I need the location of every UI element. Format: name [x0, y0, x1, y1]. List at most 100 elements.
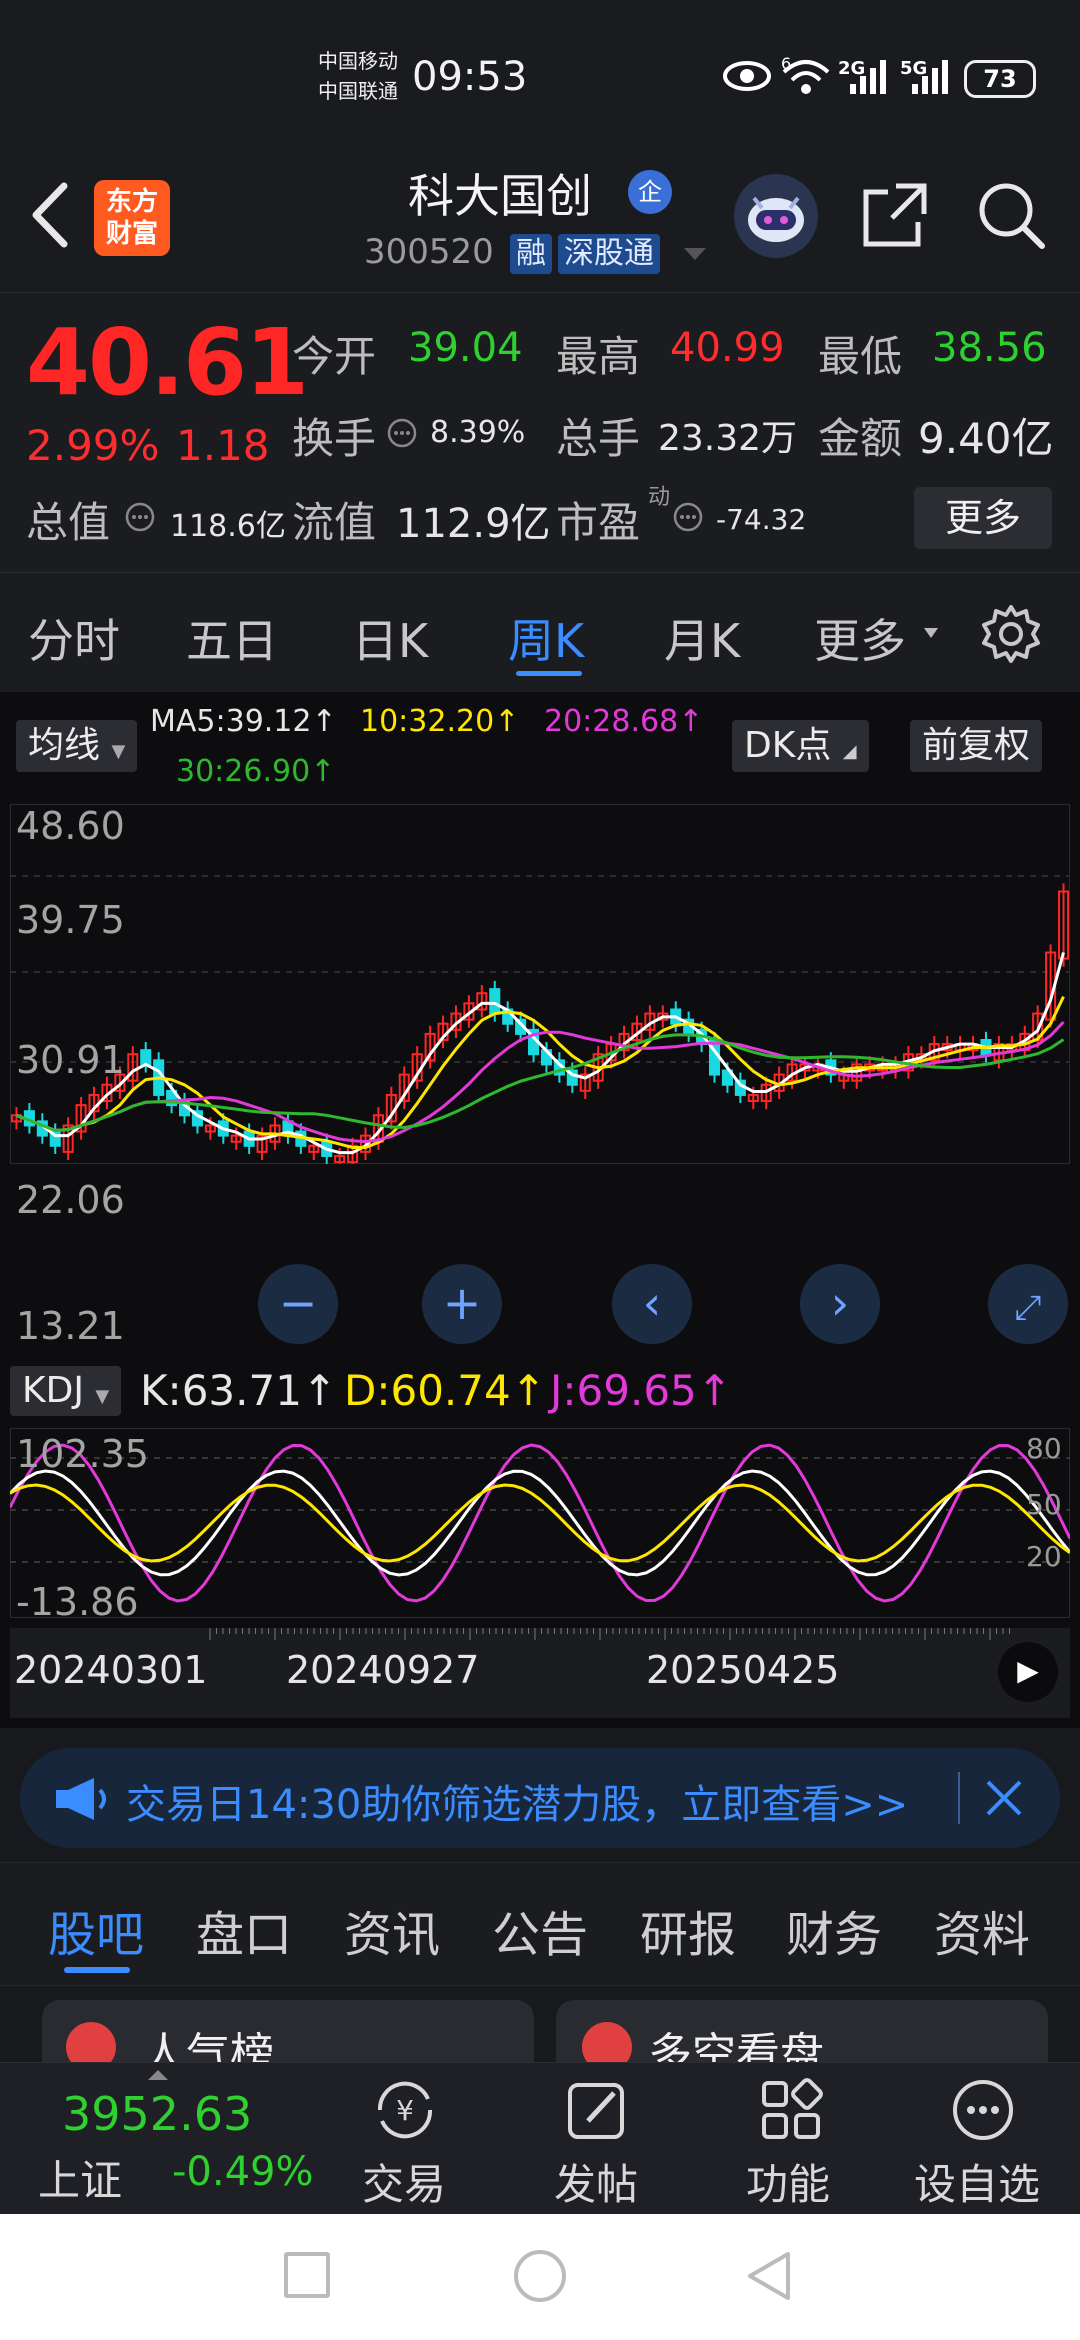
ma10-value: 10:32.20↑ — [360, 704, 520, 739]
date-label-1: 20240301 — [14, 1648, 208, 1692]
grid-icon[interactable] — [756, 2075, 826, 2149]
chevron-down-icon[interactable] — [680, 244, 710, 268]
high-label: 最高 — [556, 332, 641, 381]
kdj-chart[interactable] — [10, 1428, 1070, 1618]
functions-label[interactable]: 功能 — [746, 2151, 830, 2212]
divider — [958, 1772, 960, 1824]
robot-assistant-icon[interactable] — [734, 174, 818, 258]
float-label: 流值 — [292, 498, 377, 547]
corner-caret-icon: ◢ — [842, 741, 857, 762]
moving-average-line — [15, 995, 1065, 1149]
tab-weekly-k[interactable]: 周K — [508, 605, 584, 671]
info-icon[interactable] — [386, 417, 418, 453]
y-axis-label-top: 48.60 — [16, 804, 125, 848]
quote-panel: 40.61 2.99% 1.18 总值 118.6亿 今开 39.04 最高 4… — [0, 292, 1080, 572]
zoom-in-button[interactable]: + — [422, 1264, 502, 1344]
gear-icon[interactable] — [980, 603, 1042, 669]
recents-icon[interactable] — [284, 2252, 330, 2298]
back-nav-icon[interactable] — [744, 2248, 794, 2308]
dk-point-button[interactable]: DK点 ◢ — [732, 720, 869, 772]
connect-tag: 深股通 — [558, 234, 660, 274]
moving-average-line — [15, 1033, 1065, 1133]
index-value[interactable]: 3952.63 — [62, 2087, 252, 2141]
trade-label[interactable]: 交易 — [362, 2151, 446, 2212]
volume-label: 总手 — [556, 414, 641, 463]
mktcap-value: 118.6亿 — [170, 509, 286, 544]
back-icon[interactable] — [26, 180, 72, 254]
compose-icon[interactable] — [562, 2075, 632, 2149]
kdj-ref-50: 50 — [1026, 1488, 1062, 1521]
tab-research[interactable]: 研报 — [640, 1895, 736, 1965]
app-logo[interactable]: 东方 财富 — [94, 180, 170, 256]
period-tabs: 分时 五日 日K 周K 月K 更多 — [0, 572, 1080, 692]
post-label[interactable]: 发帖 — [554, 2151, 638, 2212]
promo-banner[interactable]: 交易日14:30助你筛选潜力股，立即查看>> — [20, 1748, 1060, 1848]
svg-text:¥: ¥ — [396, 2094, 414, 2127]
tab-announcements[interactable]: 公告 — [492, 1895, 588, 1965]
tab-news[interactable]: 资讯 — [344, 1895, 440, 1965]
banner-text[interactable]: 交易日14:30助你筛选潜力股，立即查看>> — [126, 1772, 956, 1830]
scroll-right-button[interactable]: › — [800, 1264, 880, 1344]
ma5-value: MA5:39.12↑ — [150, 704, 337, 739]
zoom-out-button[interactable]: − — [258, 1264, 338, 1344]
active-tab-indicator — [516, 671, 582, 676]
tab-five-day[interactable]: 五日 — [186, 605, 278, 671]
date-label-2: 20240927 — [286, 1648, 480, 1692]
candle — [140, 1049, 152, 1066]
scroll-left-button[interactable]: ‹ — [612, 1264, 692, 1344]
kdj-ref-20: 20 — [1026, 1540, 1062, 1573]
fullscreen-button[interactable]: ⤢ — [988, 1264, 1068, 1344]
kdj-j-value: J:69.65↑ — [550, 1366, 732, 1415]
eye-icon — [722, 58, 772, 98]
dk-point-label: DK点 — [744, 725, 832, 766]
float-value: 112.9亿 — [396, 501, 551, 547]
tab-order-book[interactable]: 盘口 — [196, 1895, 292, 1965]
enterprise-badge: 企 — [628, 170, 672, 214]
watchlist-label[interactable]: 设自选 — [914, 2151, 1040, 2212]
battery-indicator: 73 — [964, 60, 1036, 98]
volume-value: 23.32万 — [658, 418, 798, 459]
tab-forum[interactable]: 股吧 — [48, 1895, 144, 1965]
change-percent: 2.99% — [26, 421, 160, 470]
trade-icon[interactable]: ¥ — [370, 2075, 440, 2149]
low-value: 38.56 — [932, 325, 1047, 371]
index-name[interactable]: 上证 — [38, 2147, 122, 2208]
play-button[interactable]: ▶ — [998, 1642, 1058, 1702]
kdj-line — [10, 1469, 1070, 1577]
amount-label: 金额 — [818, 414, 903, 463]
long-short-card[interactable]: 多空看盘 — [556, 2000, 1048, 2062]
pe-value: -74.32 — [716, 503, 807, 536]
index-change: -0.49% — [172, 2149, 314, 2195]
adjust-button[interactable]: 前复权 — [910, 720, 1043, 772]
more-button[interactable]: 更多 — [914, 487, 1052, 549]
last-price: 40.61 — [26, 309, 309, 416]
status-bar: 中国移动 中国联通 09:53 6 2G 5G 73 — [0, 0, 1080, 150]
indicator-selector-button[interactable]: KDJ ▼ — [10, 1366, 122, 1416]
close-icon[interactable] — [982, 1776, 1026, 1824]
info-icon[interactable] — [672, 501, 704, 537]
search-icon[interactable] — [976, 180, 1048, 256]
tab-monthly-k[interactable]: 月K — [664, 605, 740, 671]
app-logo-line2: 财富 — [105, 219, 158, 249]
y-axis-label-2: 39.75 — [16, 898, 125, 942]
share-icon[interactable] — [860, 180, 930, 254]
tab-daily-k[interactable]: 日K — [352, 605, 428, 671]
system-nav-bar — [0, 2214, 1080, 2340]
time-axis-ticks — [209, 1628, 1010, 1640]
tab-intraday[interactable]: 分时 — [28, 605, 120, 671]
home-icon[interactable] — [514, 2250, 566, 2302]
tab-more[interactable]: 更多 — [814, 605, 906, 671]
tab-financials[interactable]: 财务 — [786, 1895, 882, 1965]
ma-selector-button[interactable]: 均线 ▼ — [16, 720, 138, 772]
tab-profile[interactable]: 资料 — [934, 1895, 1030, 1965]
kline-chart-area: 均线 ▼ MA5:39.12↑ 10:32.20↑ 20:28.68↑ 30:2… — [0, 692, 1080, 1728]
candlestick-chart[interactable] — [10, 804, 1070, 1164]
mktcap-label: 总值 — [26, 498, 111, 547]
info-icon[interactable] — [124, 501, 156, 537]
pe-dynamic-sup: 动 — [648, 485, 671, 510]
popularity-card[interactable]: 人气榜 — [42, 2000, 534, 2062]
versus-icon — [582, 2022, 632, 2062]
ma-selector-label: 均线 — [28, 725, 101, 766]
date-label-3: 20250425 — [646, 1648, 840, 1692]
more-dots-icon[interactable] — [948, 2075, 1018, 2149]
